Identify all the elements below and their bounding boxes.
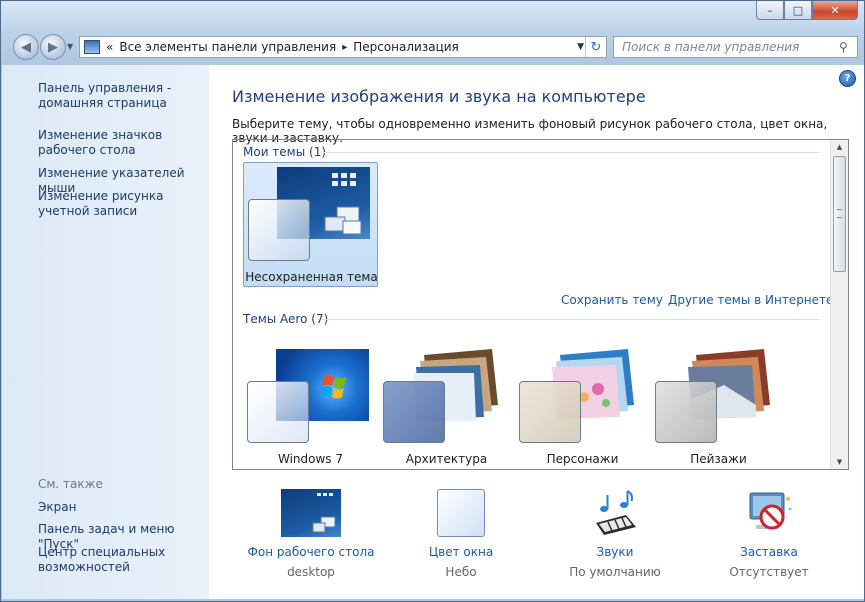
maximize-button[interactable]: □ [784, 1, 812, 20]
gallery-scrollbar[interactable]: ▲ ▼ [830, 140, 848, 469]
search-input[interactable]: Поиск в панели управления [622, 40, 839, 54]
window-glass-swatch [247, 381, 309, 443]
theme-label: Пейзажи [690, 452, 747, 466]
navigation-bar: ◀ ▶ ▼ « Все элементы панели управления ▸… [1, 30, 864, 64]
search-box[interactable]: Поиск в панели управления ⚲ [613, 36, 858, 58]
sounds-art [596, 490, 636, 535]
sounds-setting[interactable]: Звуки По умолчанию [545, 489, 685, 579]
theme-label: Несохраненная тема [245, 270, 378, 284]
scroll-down-icon[interactable]: ▼ [831, 455, 848, 469]
theme-unsaved[interactable]: Несохраненная тема [243, 162, 378, 287]
sidebar-link-account-picture[interactable]: Изменение рисунка учетной записи [38, 189, 208, 219]
screensaver-icon [744, 489, 794, 537]
breadcrumb-personalization[interactable]: Персонализация [353, 40, 459, 54]
control-panel-icon [84, 40, 100, 54]
personalization-window: – □ ✕ ◀ ▶ ▼ « Все элементы панели управл… [0, 0, 865, 602]
theme-gallery: Мои темы (1) Несохраненная тема Сохранит… [232, 139, 849, 470]
window-color-setting[interactable]: Цвет окна Небо [391, 489, 531, 579]
sounds-link[interactable]: Звуки [545, 545, 685, 559]
window-glass-swatch [248, 199, 310, 261]
desktop-background-value: desktop [287, 565, 335, 579]
sidebar: Панель управления - домашняя страница Из… [2, 65, 209, 599]
screensaver-value: Отсутствует [729, 565, 809, 579]
screensaver-art [749, 492, 792, 530]
address-dropdown-icon[interactable]: ▼ [577, 42, 584, 52]
minimize-button[interactable]: – [756, 1, 784, 20]
sounds-icon [590, 489, 640, 537]
page-title: Изменение изображения и звука на компьют… [232, 87, 646, 106]
window-color-icon [437, 489, 485, 537]
help-button[interactable]: ? [839, 70, 856, 87]
refresh-icon: ↻ [590, 39, 602, 55]
sidebar-link-desktop-icons[interactable]: Изменение значков рабочего стола [38, 128, 208, 158]
recent-pages-dropdown[interactable]: ▼ [67, 42, 73, 51]
group-divider [321, 319, 819, 320]
breadcrumb-separator-icon[interactable]: ▸ [342, 42, 347, 53]
theme-architecture[interactable]: Архитектура [379, 345, 514, 469]
search-icon[interactable]: ⚲ [839, 40, 857, 54]
desktop-background-setting[interactable]: Фон рабочего стола desktop [241, 489, 381, 579]
sidebar-link-control-panel-home[interactable]: Панель управления - домашняя страница [38, 81, 209, 111]
refresh-button[interactable]: ↻ [585, 37, 606, 57]
theme-label: Windows 7 [277, 452, 343, 466]
sounds-value: По умолчанию [569, 565, 661, 579]
window-glass-swatch [383, 381, 445, 443]
my-themes-heading: Мои темы (1) [243, 145, 327, 159]
window-glass-swatch [519, 381, 581, 443]
back-arrow-icon: ◀ [21, 39, 31, 55]
window-color-value: Небо [445, 565, 477, 579]
forward-arrow-icon: ▶ [48, 39, 58, 55]
sidebar-link-ease-of-access[interactable]: Центр специальных возможностей [38, 545, 188, 575]
desktop-background-art [312, 493, 336, 533]
see-also-heading: См. также [38, 477, 103, 491]
aero-themes-heading: Темы Aero (7) [243, 312, 329, 326]
title-bar[interactable]: – □ ✕ [1, 1, 864, 29]
forward-button[interactable]: ▶ [40, 34, 66, 60]
scrollbar-thumb[interactable] [833, 156, 846, 272]
back-button[interactable]: ◀ [13, 34, 39, 60]
help-icon: ? [844, 73, 851, 84]
address-overflow-chevron[interactable]: « [106, 40, 113, 54]
sidebar-link-display[interactable]: Экран [38, 500, 76, 515]
theme-label: Персонажи [546, 452, 619, 466]
caption-buttons: – □ ✕ [756, 1, 858, 20]
theme-label: Архитектура [405, 452, 488, 466]
more-themes-online-link[interactable]: Другие темы в Интернете [668, 293, 833, 307]
main-content: ? Изменение изображения и звука на компь… [209, 65, 864, 599]
address-bar[interactable]: « Все элементы панели управления ▸ Персо… [79, 36, 607, 58]
window-glass-swatch [655, 381, 717, 443]
window-color-link[interactable]: Цвет окна [391, 545, 531, 559]
group-divider [323, 152, 819, 153]
save-theme-link[interactable]: Сохранить тему [561, 293, 663, 307]
desktop-background-icon [281, 489, 341, 537]
desktop-background-link[interactable]: Фон рабочего стола [241, 545, 381, 559]
close-button[interactable]: ✕ [812, 1, 858, 20]
theme-landscapes[interactable]: Пейзажи [651, 345, 786, 469]
theme-characters[interactable]: Персонажи [515, 345, 650, 469]
screensaver-setting[interactable]: Заставка Отсутствует [699, 489, 839, 579]
scroll-up-icon[interactable]: ▲ [831, 140, 848, 154]
screensaver-link[interactable]: Заставка [699, 545, 839, 559]
breadcrumb-all-items[interactable]: Все элементы панели управления [119, 40, 336, 54]
theme-windows-7[interactable]: Windows 7 [243, 345, 378, 469]
